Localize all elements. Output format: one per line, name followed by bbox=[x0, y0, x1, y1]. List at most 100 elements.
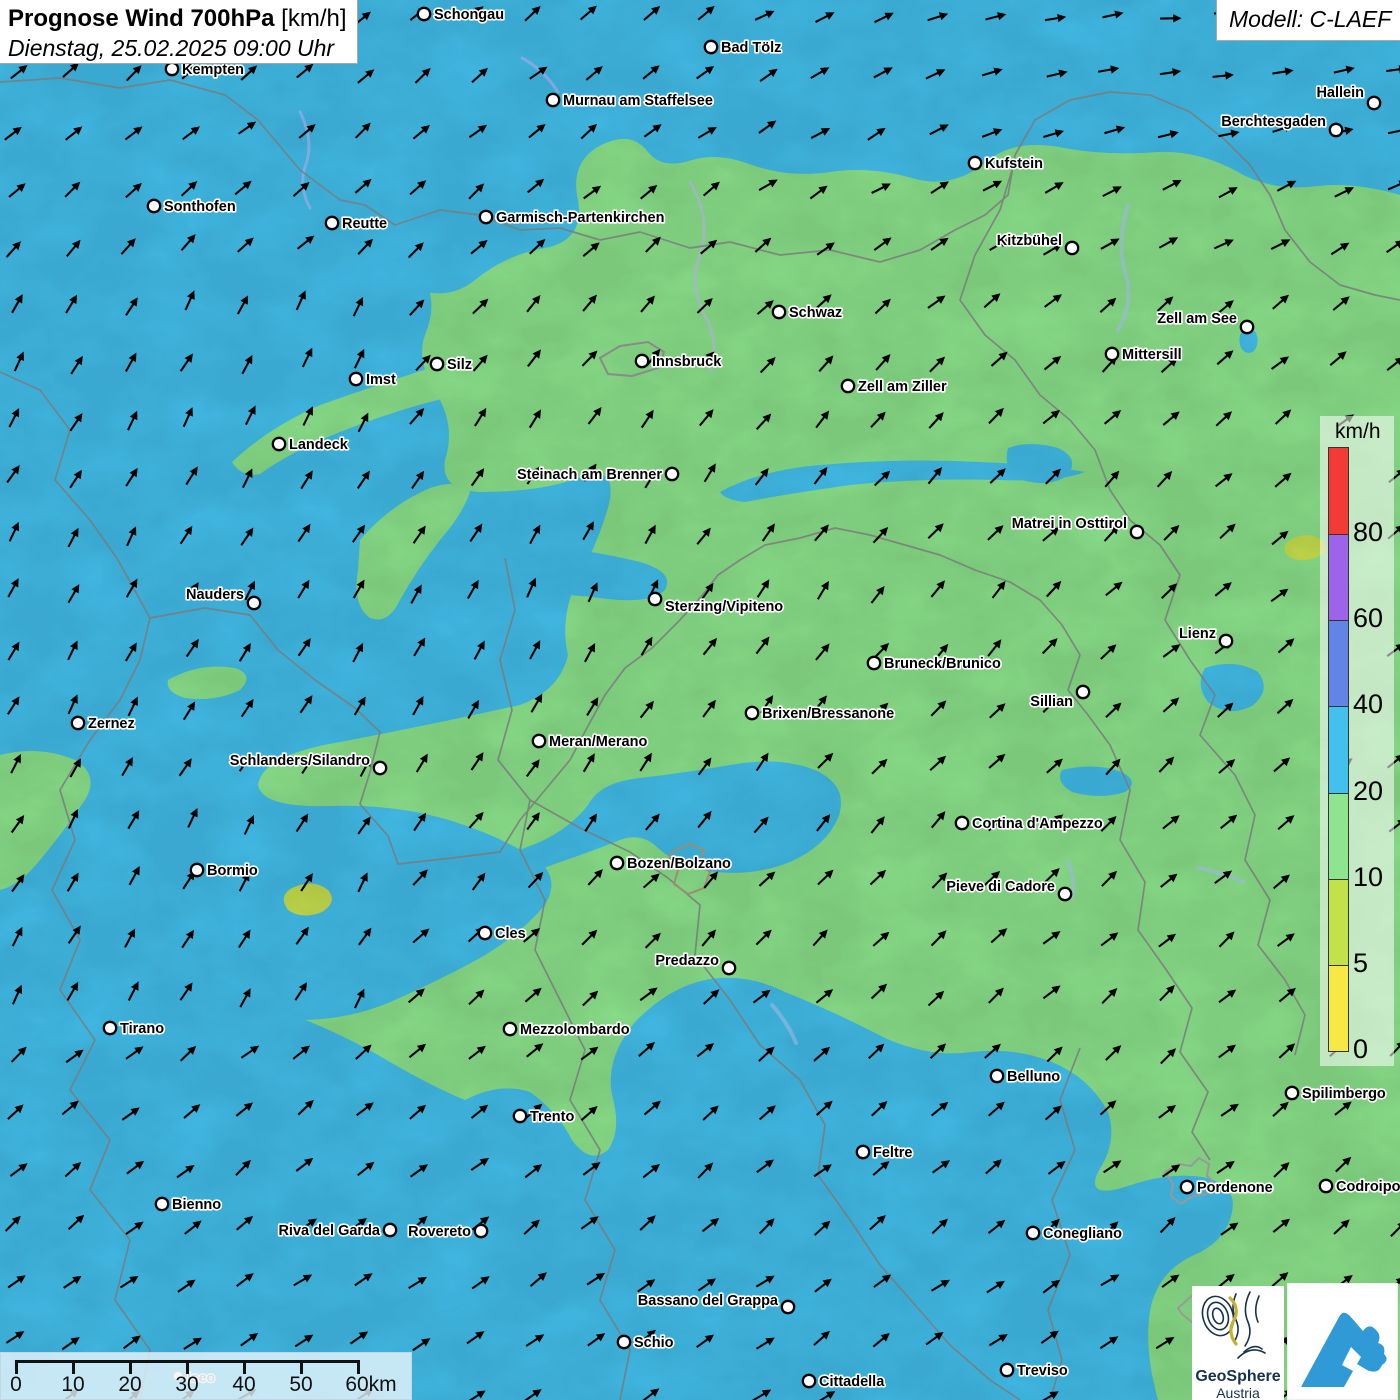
city-marker[interactable] bbox=[431, 358, 443, 370]
city-marker[interactable] bbox=[479, 927, 491, 939]
city-marker[interactable] bbox=[166, 63, 178, 75]
city-marker[interactable] bbox=[868, 657, 880, 669]
city-label: Kempten bbox=[182, 62, 244, 78]
legend-color-segment bbox=[1329, 965, 1348, 1051]
city-marker[interactable] bbox=[1220, 635, 1232, 647]
city-marker[interactable] bbox=[1286, 1087, 1298, 1099]
city-label: Schongau bbox=[434, 7, 504, 23]
city-marker[interactable] bbox=[773, 306, 785, 318]
model-label: Modell: C-LAEF bbox=[1229, 6, 1392, 33]
model-box: Modell: C-LAEF bbox=[1216, 0, 1400, 41]
legend-value-label: 20 bbox=[1353, 778, 1383, 805]
city-marker[interactable] bbox=[1066, 242, 1078, 254]
city-marker[interactable] bbox=[384, 1224, 396, 1236]
legend-color-segment bbox=[1329, 534, 1348, 620]
city-marker[interactable] bbox=[1330, 124, 1342, 136]
scale-tick bbox=[300, 1360, 303, 1374]
city-label: Reutte bbox=[342, 216, 387, 232]
city-marker[interactable] bbox=[1368, 97, 1380, 109]
city-marker[interactable] bbox=[480, 211, 492, 223]
city-marker[interactable] bbox=[148, 200, 160, 212]
city-marker[interactable] bbox=[1131, 526, 1143, 538]
legend-color-segment bbox=[1329, 706, 1348, 792]
city-marker[interactable] bbox=[156, 1198, 168, 1210]
city-label: Silz bbox=[447, 357, 472, 373]
scale-label: 60km bbox=[331, 1373, 411, 1397]
legend-value-label: 40 bbox=[1353, 691, 1383, 718]
city-marker[interactable] bbox=[191, 864, 203, 876]
map-scale-bar: 0102030405060km bbox=[0, 1352, 412, 1400]
city-label: Brixen/Bressanone bbox=[762, 706, 894, 722]
legend-value-label: 60 bbox=[1353, 605, 1383, 632]
legend-value-label: 0 bbox=[1353, 1036, 1368, 1063]
city-marker[interactable] bbox=[782, 1301, 794, 1313]
city-marker[interactable] bbox=[1320, 1180, 1332, 1192]
city-marker[interactable] bbox=[104, 1022, 116, 1034]
city-marker[interactable] bbox=[746, 707, 758, 719]
city-marker[interactable] bbox=[504, 1023, 516, 1035]
city-marker[interactable] bbox=[1001, 1364, 1013, 1376]
city-label: Pordenone bbox=[1197, 1180, 1273, 1196]
legend-value-label: 5 bbox=[1353, 950, 1368, 977]
city-label: Cittadella bbox=[819, 1374, 885, 1390]
city-marker[interactable] bbox=[533, 735, 545, 747]
city-label: Pieve di Cadore bbox=[946, 879, 1055, 895]
wind-speed-legend: km/h 806040201050 bbox=[1320, 416, 1394, 1066]
city-label: Zell am See bbox=[1157, 311, 1237, 327]
city-marker[interactable] bbox=[666, 468, 678, 480]
city-marker[interactable] bbox=[1059, 888, 1071, 900]
city-marker[interactable] bbox=[857, 1146, 869, 1158]
city-marker[interactable] bbox=[956, 817, 968, 829]
city-marker[interactable] bbox=[1027, 1227, 1039, 1239]
city-label: Feltre bbox=[873, 1145, 913, 1161]
city-marker[interactable] bbox=[618, 1336, 630, 1348]
page-title: Prognose Wind 700hPa [km/h] bbox=[8, 5, 347, 33]
city-label: Treviso bbox=[1017, 1363, 1068, 1379]
city-label: Hallein bbox=[1316, 85, 1364, 101]
city-marker[interactable] bbox=[705, 41, 717, 53]
wind-forecast-map[interactable]: Iseo SchongauBad TölzKemptenMurnau am St… bbox=[0, 0, 1400, 1400]
city-marker[interactable] bbox=[547, 94, 559, 106]
city-label: Berchtesgaden bbox=[1221, 114, 1326, 130]
city-marker[interactable] bbox=[418, 8, 430, 20]
city-marker[interactable] bbox=[991, 1070, 1003, 1082]
city-marker[interactable] bbox=[273, 438, 285, 450]
city-marker[interactable] bbox=[723, 962, 735, 974]
city-marker[interactable] bbox=[1077, 686, 1089, 698]
city-label: Sonthofen bbox=[164, 199, 236, 215]
city-label: Landeck bbox=[289, 437, 349, 453]
city-marker[interactable] bbox=[1181, 1181, 1193, 1193]
city-label: Schwaz bbox=[789, 305, 842, 321]
legend-color-segment bbox=[1329, 620, 1348, 706]
geosphere-contour-icon bbox=[1192, 1286, 1284, 1366]
geosphere-wordmark: GeoSphere bbox=[1192, 1368, 1284, 1386]
map-title-box: Prognose Wind 700hPa [km/h] Dienstag, 25… bbox=[0, 0, 358, 64]
city-marker[interactable] bbox=[350, 373, 362, 385]
city-marker[interactable] bbox=[611, 857, 623, 869]
city-label: Cles bbox=[495, 926, 526, 942]
legend-unit-label: km/h bbox=[1335, 420, 1381, 444]
city-marker[interactable] bbox=[649, 593, 661, 605]
city-marker[interactable] bbox=[248, 597, 260, 609]
city-marker[interactable] bbox=[969, 157, 981, 169]
scale-label: 50 bbox=[261, 1373, 341, 1397]
city-marker[interactable] bbox=[326, 217, 338, 229]
city-label: Bormio bbox=[207, 863, 258, 879]
city-marker[interactable] bbox=[636, 355, 648, 367]
city-marker[interactable] bbox=[803, 1375, 815, 1387]
city-marker[interactable] bbox=[514, 1110, 526, 1122]
city-label: Kufstein bbox=[985, 156, 1043, 172]
scale-tick bbox=[129, 1360, 132, 1374]
city-label: Nauders bbox=[186, 587, 244, 603]
city-marker[interactable] bbox=[72, 717, 84, 729]
city-marker[interactable] bbox=[1106, 348, 1118, 360]
city-marker[interactable] bbox=[475, 1225, 487, 1237]
city-marker[interactable] bbox=[842, 380, 854, 392]
city-label: Cortina d'Ampezzo bbox=[972, 816, 1103, 832]
city-label: Mittersill bbox=[1122, 347, 1182, 363]
city-label: Zell am Ziller bbox=[858, 379, 947, 395]
city-marker[interactable] bbox=[1241, 321, 1253, 333]
city-marker[interactable] bbox=[374, 762, 386, 774]
city-label: Lienz bbox=[1179, 626, 1216, 642]
geosphere-austria-logo: GeoSphere Austria bbox=[1192, 1286, 1284, 1400]
